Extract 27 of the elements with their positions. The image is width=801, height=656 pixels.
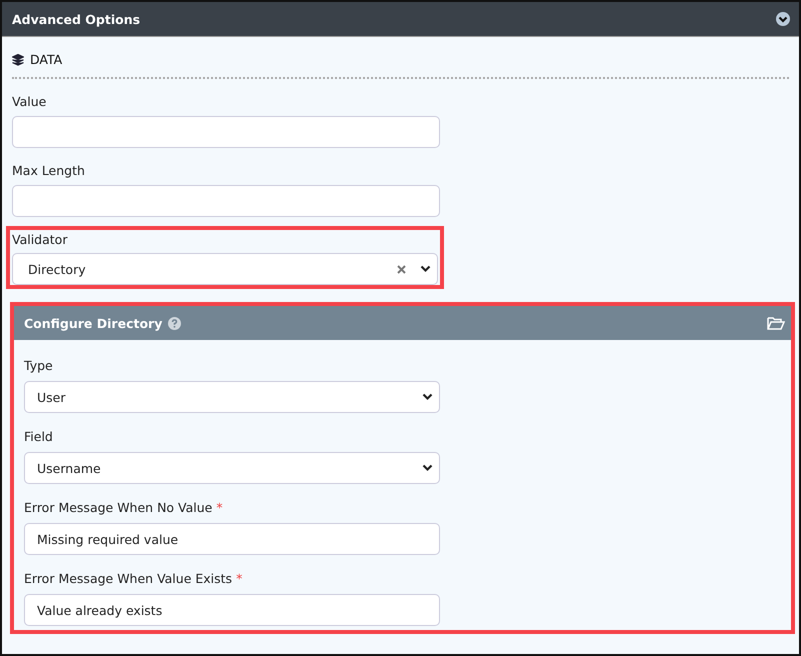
clear-icon[interactable] xyxy=(397,264,406,274)
field-label: Error Message When No Value xyxy=(24,500,212,515)
select-field[interactable]: User xyxy=(24,381,440,413)
folder-icon[interactable] xyxy=(767,316,785,330)
layers-icon xyxy=(12,54,24,66)
chevron-down-icon xyxy=(420,265,431,273)
input-field[interactable]: Missing required value xyxy=(24,523,440,555)
chevron-down-icon xyxy=(422,393,433,401)
required-mark: * xyxy=(236,571,242,586)
required-mark: * xyxy=(216,500,223,515)
input-field[interactable]: Value already exists xyxy=(24,594,440,626)
field-label: Value xyxy=(12,94,48,109)
input-field[interactable] xyxy=(12,116,440,148)
input-field[interactable] xyxy=(12,185,440,217)
field-label: Field xyxy=(24,429,53,444)
field-label: Type xyxy=(24,358,53,373)
select-field[interactable]: Username xyxy=(24,452,440,484)
subpanel-title: Configure Directory xyxy=(24,316,162,330)
help-icon[interactable] xyxy=(168,316,182,330)
field-label: Error Message When Value Exists xyxy=(24,571,232,586)
chevron-down-icon xyxy=(422,464,433,472)
field-label: Max Length xyxy=(12,163,86,178)
panel-title: Advanced Options xyxy=(12,12,140,26)
chevron-circle-icon[interactable] xyxy=(776,12,790,26)
field-label: Validator xyxy=(12,232,68,247)
section-title: DATA xyxy=(30,52,62,67)
select-field[interactable]: Directory xyxy=(12,253,438,285)
